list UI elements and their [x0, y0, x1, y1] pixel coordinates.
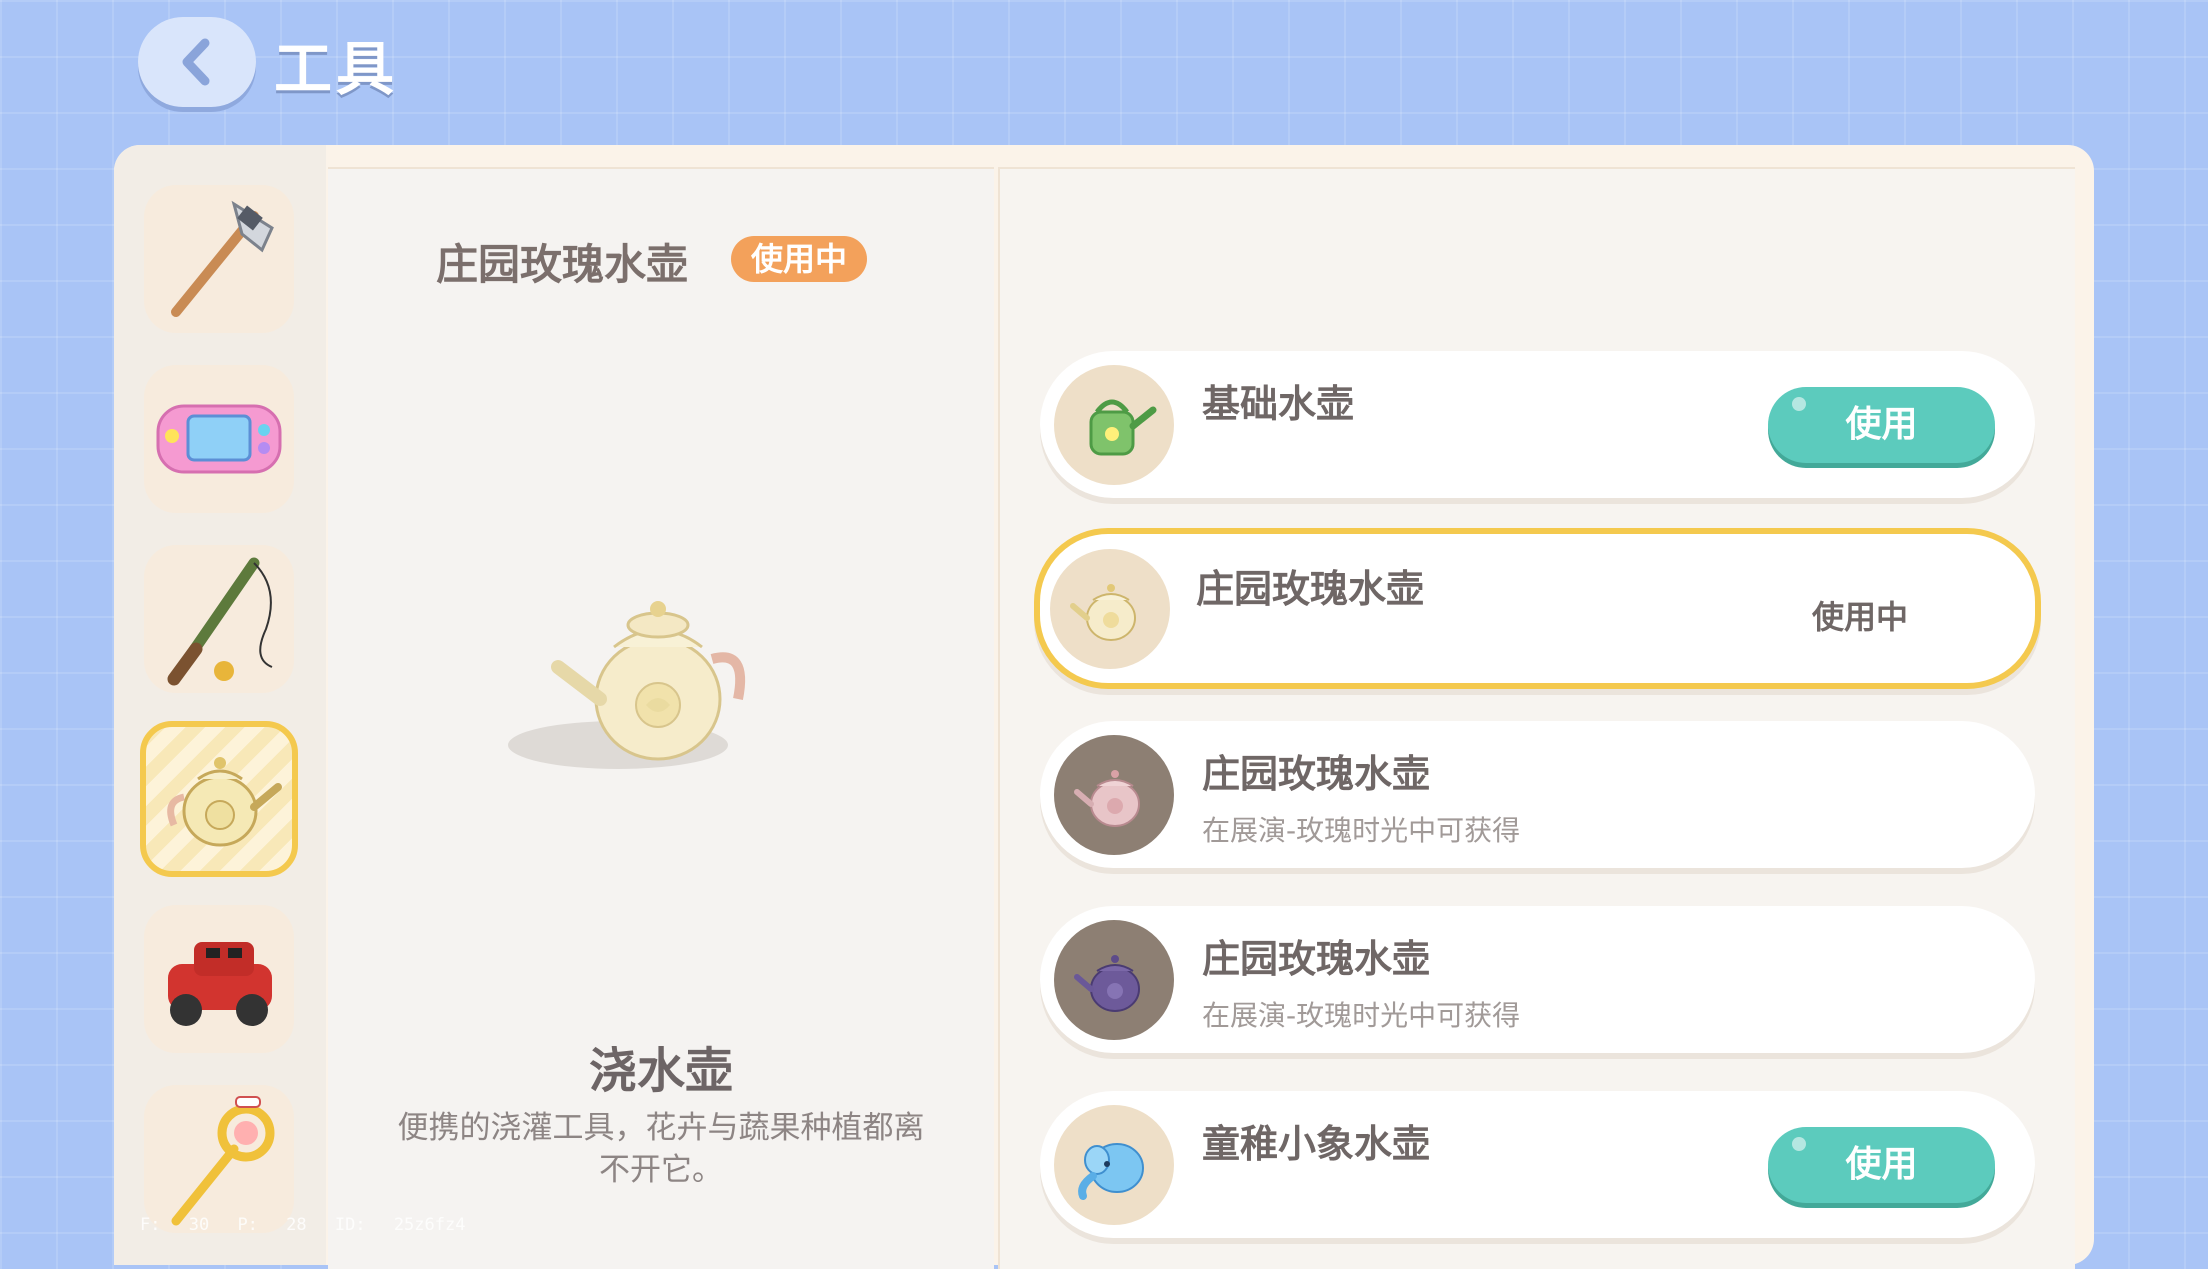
use-button[interactable]: 使用 — [1768, 387, 1995, 463]
tool-category-sidebar — [114, 145, 326, 1265]
sidebar-item-magic-wand[interactable] — [144, 1085, 294, 1233]
item-name: 童稚小象水壶 — [1202, 1122, 1431, 1166]
sidebar-item-game-console[interactable] — [144, 365, 294, 513]
fps-readout: F: 30 — [140, 1215, 210, 1235]
sidebar-item-toy-car[interactable] — [144, 905, 294, 1053]
sidebar-item-axe[interactable] — [144, 185, 294, 333]
category-title: 浇水壶 — [588, 1043, 733, 1099]
item-thumbnail — [1054, 1105, 1174, 1225]
page-title: 工具 — [274, 35, 399, 103]
toy-car-icon — [168, 942, 272, 1026]
magic-wand-icon — [171, 1096, 275, 1226]
debug-overlay: F: 30 P: 28 ID: 25z6fz4 — [140, 1215, 465, 1235]
pink-rose-teapot-icon — [1074, 770, 1140, 827]
item-thumbnail — [1054, 365, 1174, 485]
item-thumbnail — [1054, 735, 1174, 855]
sidebar-item-fishing-rod[interactable] — [144, 545, 294, 693]
session-id: ID: 25z6fz4 — [334, 1215, 466, 1235]
item-name: 庄园玫瑰水壶 — [1202, 752, 1431, 796]
green-watering-can-icon — [1089, 399, 1157, 456]
rose-teapot-preview-icon — [508, 601, 746, 769]
detail-pane: 庄园玫瑰水壶 使用中 浇水壶 便携的浇灌工具，花卉与蔬果种植都离不开它。 — [328, 167, 994, 1269]
item-thumbnail — [1054, 920, 1174, 1040]
status-badge: 使用中 — [731, 236, 868, 282]
axe-icon — [171, 200, 274, 317]
purple-rose-teapot-icon — [1074, 955, 1140, 1012]
item-name: 庄园玫瑰水壶 — [1196, 567, 1425, 611]
item-name: 基础水壶 — [1202, 382, 1355, 426]
list-item[interactable]: 庄园玫瑰水壶 在展演-玫瑰时光中可获得 — [1040, 721, 2035, 868]
fishing-rod-icon — [167, 557, 273, 686]
watering-can-icon — [167, 757, 282, 847]
category-description: 便携的浇灌工具，花卉与蔬果种植都离不开它。 — [397, 1110, 925, 1188]
item-thumbnail — [1050, 549, 1170, 669]
item-list: 基础水壶 使用 庄园玫瑰水壶 使用中 庄园玫瑰水壶 在展演-玫瑰时光中可获得 庄… — [998, 167, 2075, 1269]
game-console-icon — [156, 404, 282, 474]
item-preview — [498, 549, 798, 793]
sidebar-item-watering-can[interactable] — [140, 721, 298, 877]
in-use-label: 使用中 — [1812, 598, 1909, 636]
item-unlock-hint: 在展演-玫瑰时光中可获得 — [1202, 999, 1521, 1032]
item-name: 庄园玫瑰水壶 — [1202, 937, 1431, 981]
use-button[interactable]: 使用 — [1768, 1127, 1995, 1203]
item-unlock-hint: 在展演-玫瑰时光中可获得 — [1202, 814, 1521, 847]
list-item-selected[interactable]: 庄园玫瑰水壶 使用中 — [1034, 528, 2041, 689]
back-button[interactable] — [138, 17, 256, 107]
tools-panel: 庄园玫瑰水壶 使用中 浇水壶 便携的浇灌工具，花卉与蔬果种植都离不开它。 基础水… — [114, 145, 2094, 1269]
ping-readout: P: 28 — [237, 1215, 307, 1235]
selected-item-name: 庄园玫瑰水壶 — [436, 240, 689, 289]
list-item[interactable]: 童稚小象水壶 使用 — [1040, 1091, 2035, 1238]
cream-rose-teapot-icon — [1070, 584, 1136, 641]
list-item[interactable]: 基础水壶 使用 — [1040, 351, 2035, 498]
chevron-left-icon — [182, 38, 210, 86]
blue-elephant-can-icon — [1078, 1143, 1144, 1200]
list-item[interactable]: 庄园玫瑰水壶 在展演-玫瑰时光中可获得 — [1040, 906, 2035, 1053]
